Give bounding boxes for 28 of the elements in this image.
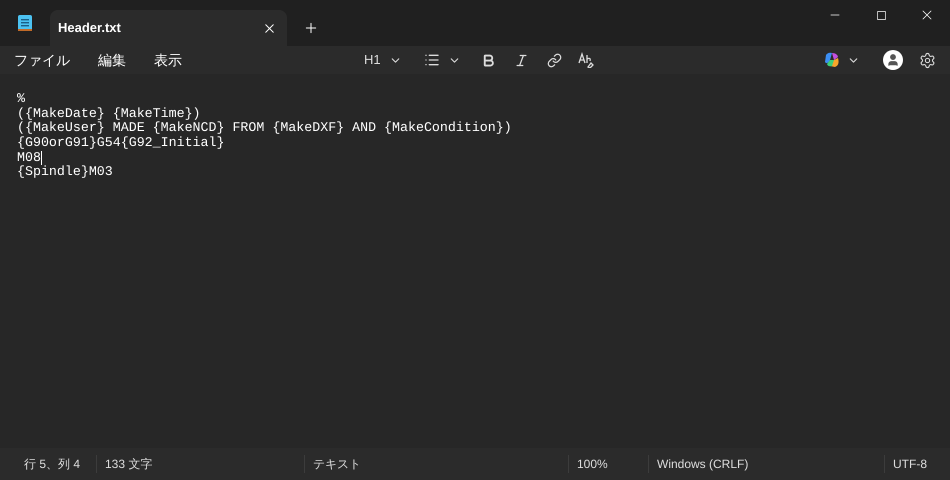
text-line: ({MakeDate} {MakeTime}) <box>17 106 201 121</box>
status-text: 行 5、列 4 <box>24 456 80 473</box>
copilot-icon[interactable] <box>823 51 841 69</box>
text-editor[interactable]: % ({MakeDate} {MakeTime}) ({MakeUser} MADE {MakeNCD} FROM {MakeDXF} AND {MakeCondition}) {G90orG91}G54{G92_Initial} M08 {Spindle}M03 <box>0 74 950 448</box>
new-tab-icon[interactable] <box>303 20 319 36</box>
avatar-icon[interactable] <box>883 50 903 70</box>
text-line: ({MakeUser} MADE {MakeNCD} FROM {MakeDXF} AND {MakeCondition}) <box>17 121 512 136</box>
status-text: テキスト <box>313 456 361 473</box>
notepad-icon <box>18 14 32 32</box>
status-text: Windows (CRLF) <box>657 456 748 473</box>
status-text: 100% <box>577 456 608 473</box>
document-tab[interactable]: Header.txt <box>50 10 287 46</box>
text-line: {G90orG91}G54{G92_Initial} <box>17 136 224 151</box>
text-line: M08 <box>17 150 41 165</box>
maximize-icon[interactable] <box>876 10 886 20</box>
text-line: {Spindle}M03 <box>17 165 113 180</box>
status-text: 133 文字 <box>105 456 152 473</box>
clear-formatting-icon[interactable] <box>578 52 594 68</box>
settings-icon[interactable] <box>919 52 936 68</box>
menu-item[interactable]: 編集 <box>98 50 126 70</box>
list-icon[interactable] <box>424 52 440 68</box>
menu-item[interactable]: ファイル <box>14 50 70 70</box>
status-text: UTF-8 <box>893 456 927 473</box>
link-icon[interactable] <box>546 52 562 68</box>
menu-item[interactable]: 表示 <box>154 50 182 70</box>
text-line: % <box>17 92 25 107</box>
heading-dropdown[interactable]: H1 <box>364 50 381 70</box>
italic-icon[interactable] <box>514 52 529 68</box>
